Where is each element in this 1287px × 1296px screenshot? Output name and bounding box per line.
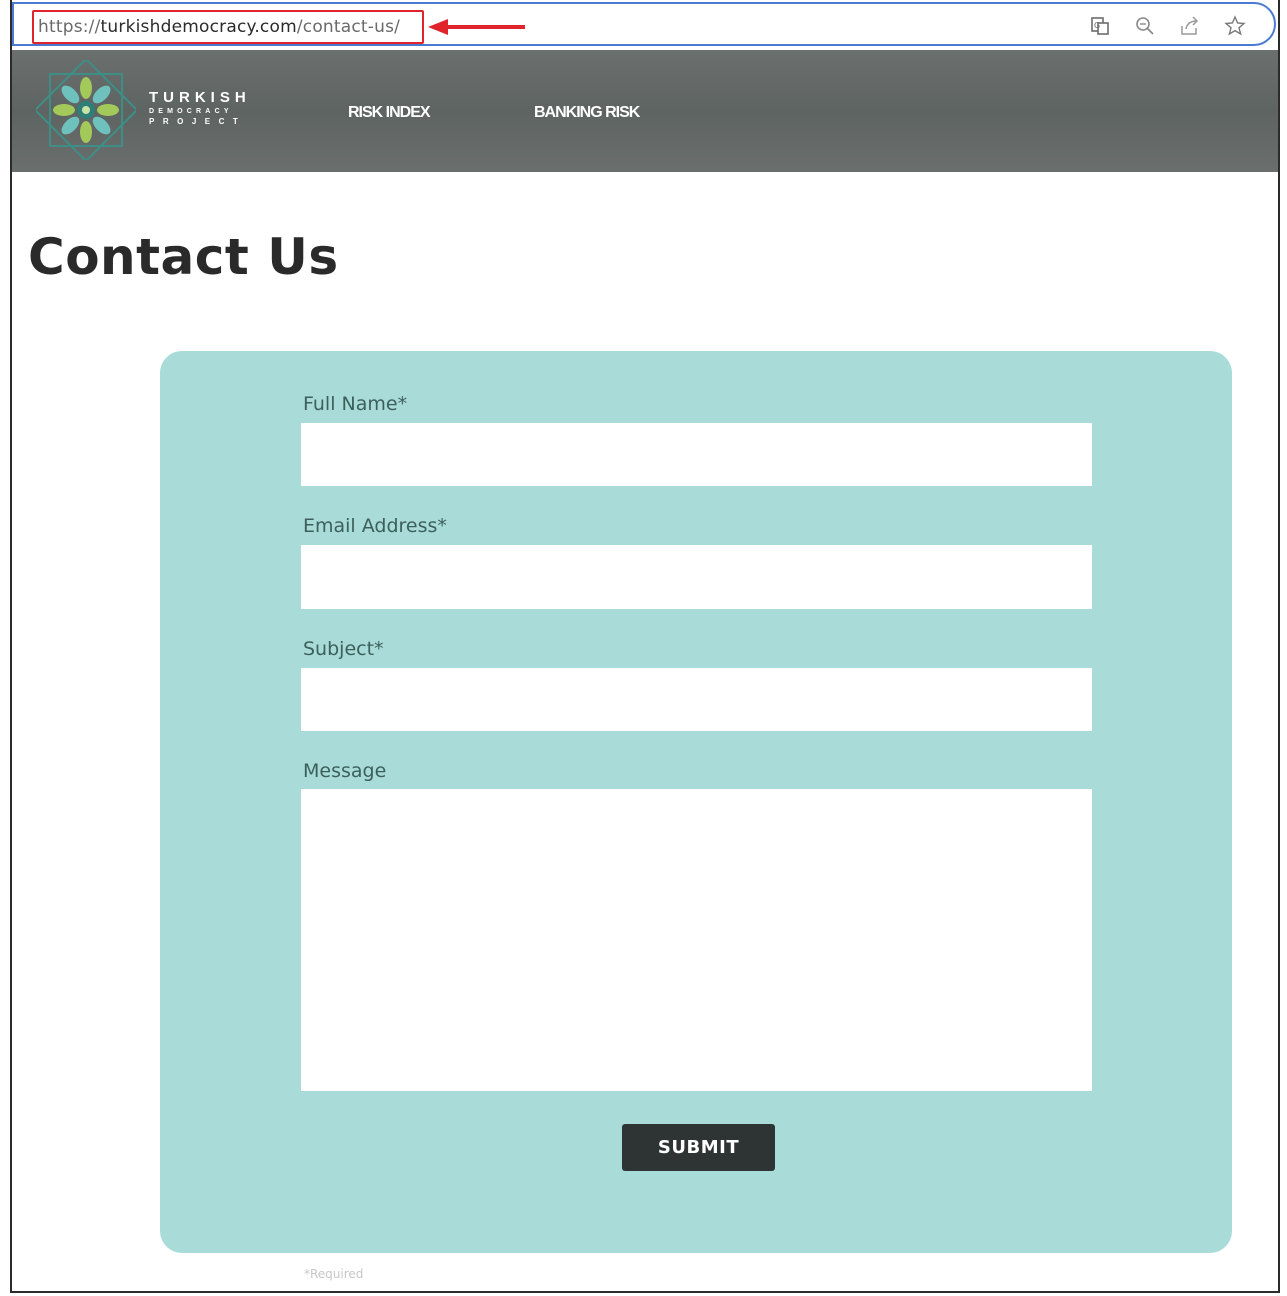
submit-button[interactable]: SUBMIT [622, 1124, 775, 1171]
full-name-label: Full Name* [303, 393, 408, 415]
nav-risk-index[interactable]: RISK INDEX [348, 104, 431, 122]
logo-wordmark[interactable]: TURKISH DEMOCRACY PROJECT [149, 90, 251, 126]
share-icon[interactable] [1178, 15, 1202, 39]
nav-banking-risk[interactable]: BANKING RISK [534, 104, 640, 122]
translate-icon[interactable]: G [1088, 15, 1112, 39]
page-title: Contact Us [28, 228, 339, 286]
url-scheme: https:// [38, 17, 101, 37]
full-name-input[interactable] [301, 423, 1092, 486]
subject-input[interactable] [301, 668, 1092, 731]
bookmark-star-icon[interactable] [1223, 15, 1247, 39]
address-bar[interactable]: https://turkishdemocracy.com/contact-us/… [12, 2, 1276, 46]
logo-line-turkish: TURKISH [149, 89, 251, 106]
zoom-icon[interactable] [1133, 15, 1157, 39]
contact-form: Full Name* Email Address* Subject* Messa… [160, 351, 1232, 1253]
email-label: Email Address* [303, 515, 447, 537]
required-note: *Required [304, 1267, 364, 1281]
logo-line-democracy: DEMOCRACY [149, 108, 233, 115]
red-arrow-icon [428, 19, 525, 35]
logo-emblem-icon[interactable] [36, 60, 136, 160]
message-label: Message [303, 760, 387, 782]
logo-line-project: PROJECT [149, 117, 247, 126]
svg-text:G: G [1094, 21, 1100, 30]
url-host: turkishdemocracy.com [100, 17, 297, 37]
site-header: TURKISH DEMOCRACY PROJECT RISK INDEX BAN… [12, 50, 1278, 172]
message-textarea[interactable] [301, 789, 1092, 1091]
url-field[interactable]: https://turkishdemocracy.com/contact-us/ [38, 17, 400, 37]
email-input[interactable] [301, 545, 1092, 609]
subject-label: Subject* [303, 638, 384, 660]
url-path: /contact-us/ [296, 17, 401, 37]
